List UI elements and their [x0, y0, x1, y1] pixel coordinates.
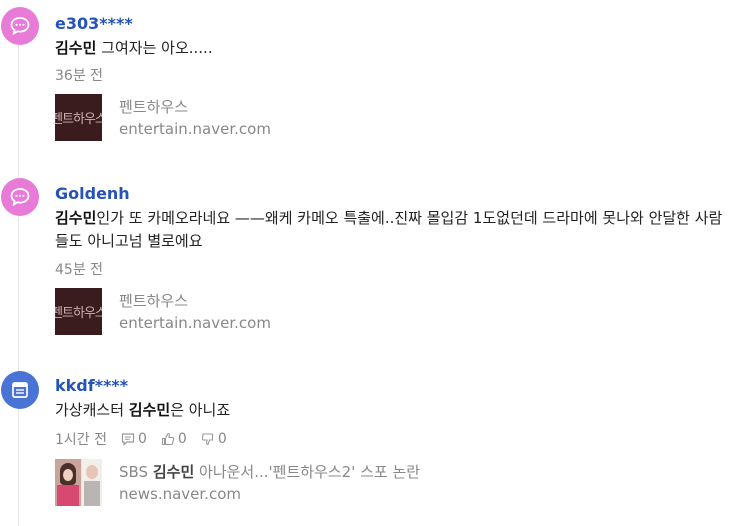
like-count: 0 — [177, 431, 187, 447]
comment-highlight: 김수민 — [55, 39, 97, 57]
link-domain: entertain.naver.com — [119, 313, 271, 332]
comment-highlight: 김수민 — [55, 209, 97, 227]
link-title[interactable]: SBS 김수민 아나운서...'펜트하우스2' 스포 논란 — [119, 461, 420, 483]
link-title[interactable]: 펜트하우스 — [119, 96, 271, 118]
comment-highlight: 김수민 — [128, 401, 171, 419]
link-card[interactable]: 펜트하우스 펜트하우스 entertain.naver.com — [55, 94, 271, 141]
timeline-line — [18, 45, 19, 526]
speech-bubble-icon[interactable] — [1, 7, 39, 45]
link-title[interactable]: 펜트하우스 — [119, 290, 271, 312]
like-button[interactable]: 0 — [161, 431, 187, 447]
link-title-rest: 아나운서...'펜트하우스2' 스포 논란 — [194, 462, 421, 481]
comment-meta: 1시간 전 0 0 0 — [55, 429, 227, 449]
news-icon[interactable] — [1, 371, 39, 409]
link-title-highlight: 김수민 — [152, 462, 195, 481]
reply-icon — [121, 433, 135, 446]
link-text[interactable]: 펜트하우스 entertain.naver.com — [119, 290, 271, 334]
comment-timestamp: 1시간 전 — [55, 432, 107, 448]
comment-body: 은 아니죠 — [170, 401, 231, 419]
comment-body: 인가 또 카메오라네요 ——왜케 카메오 특출에..진짜 몰입감 1도없던데 드… — [55, 209, 723, 250]
comment-text: 김수민인가 또 카메오라네요 ——왜케 카메오 특출에..진짜 몰입감 1도없던… — [55, 207, 735, 253]
dislike-button[interactable]: 0 — [201, 431, 227, 447]
comment-time: 36분 전 — [55, 65, 103, 85]
comment-body: 그여자는 아오..... — [96, 39, 213, 57]
link-thumbnail[interactable]: 펜트하우스 — [55, 94, 102, 141]
comment-username[interactable]: Goldenh — [55, 184, 130, 203]
link-domain: entertain.naver.com — [119, 119, 271, 138]
comment-text: 김수민 그여자는 아오..... — [55, 37, 735, 60]
link-thumbnail[interactable]: 펜트하우스 — [55, 288, 102, 335]
comment-username[interactable]: e303**** — [55, 14, 133, 33]
comment-timestamp: 45분 전 — [55, 262, 104, 278]
thumbs-up-icon — [161, 432, 175, 446]
link-text[interactable]: SBS 김수민 아나운서...'펜트하우스2' 스포 논란 news.naver… — [119, 461, 420, 505]
reply-count: 0 — [138, 431, 147, 447]
dislike-count: 0 — [217, 431, 227, 447]
link-card[interactable]: SBS 김수민 아나운서...'펜트하우스2' 스포 논란 news.naver… — [55, 459, 420, 506]
speech-bubble-icon[interactable] — [1, 178, 39, 216]
comment-time: 45분 전 — [55, 259, 103, 279]
comment-username[interactable]: kkdf**** — [55, 376, 128, 395]
comment-text: 가상캐스터 김수민은 아니죠 — [55, 399, 735, 422]
comment-prefix: 가상캐스터 — [55, 401, 129, 419]
link-card[interactable]: 펜트하우스 펜트하우스 entertain.naver.com — [55, 288, 271, 335]
link-text[interactable]: 펜트하우스 entertain.naver.com — [119, 96, 271, 140]
reply-button[interactable]: 0 — [121, 431, 147, 447]
link-title-prefix: SBS — [119, 462, 153, 481]
news-thumbnail[interactable] — [55, 459, 102, 506]
link-domain: news.naver.com — [119, 484, 241, 503]
comment-timestamp: 36분 전 — [55, 68, 104, 84]
thumbs-down-icon — [201, 433, 213, 446]
